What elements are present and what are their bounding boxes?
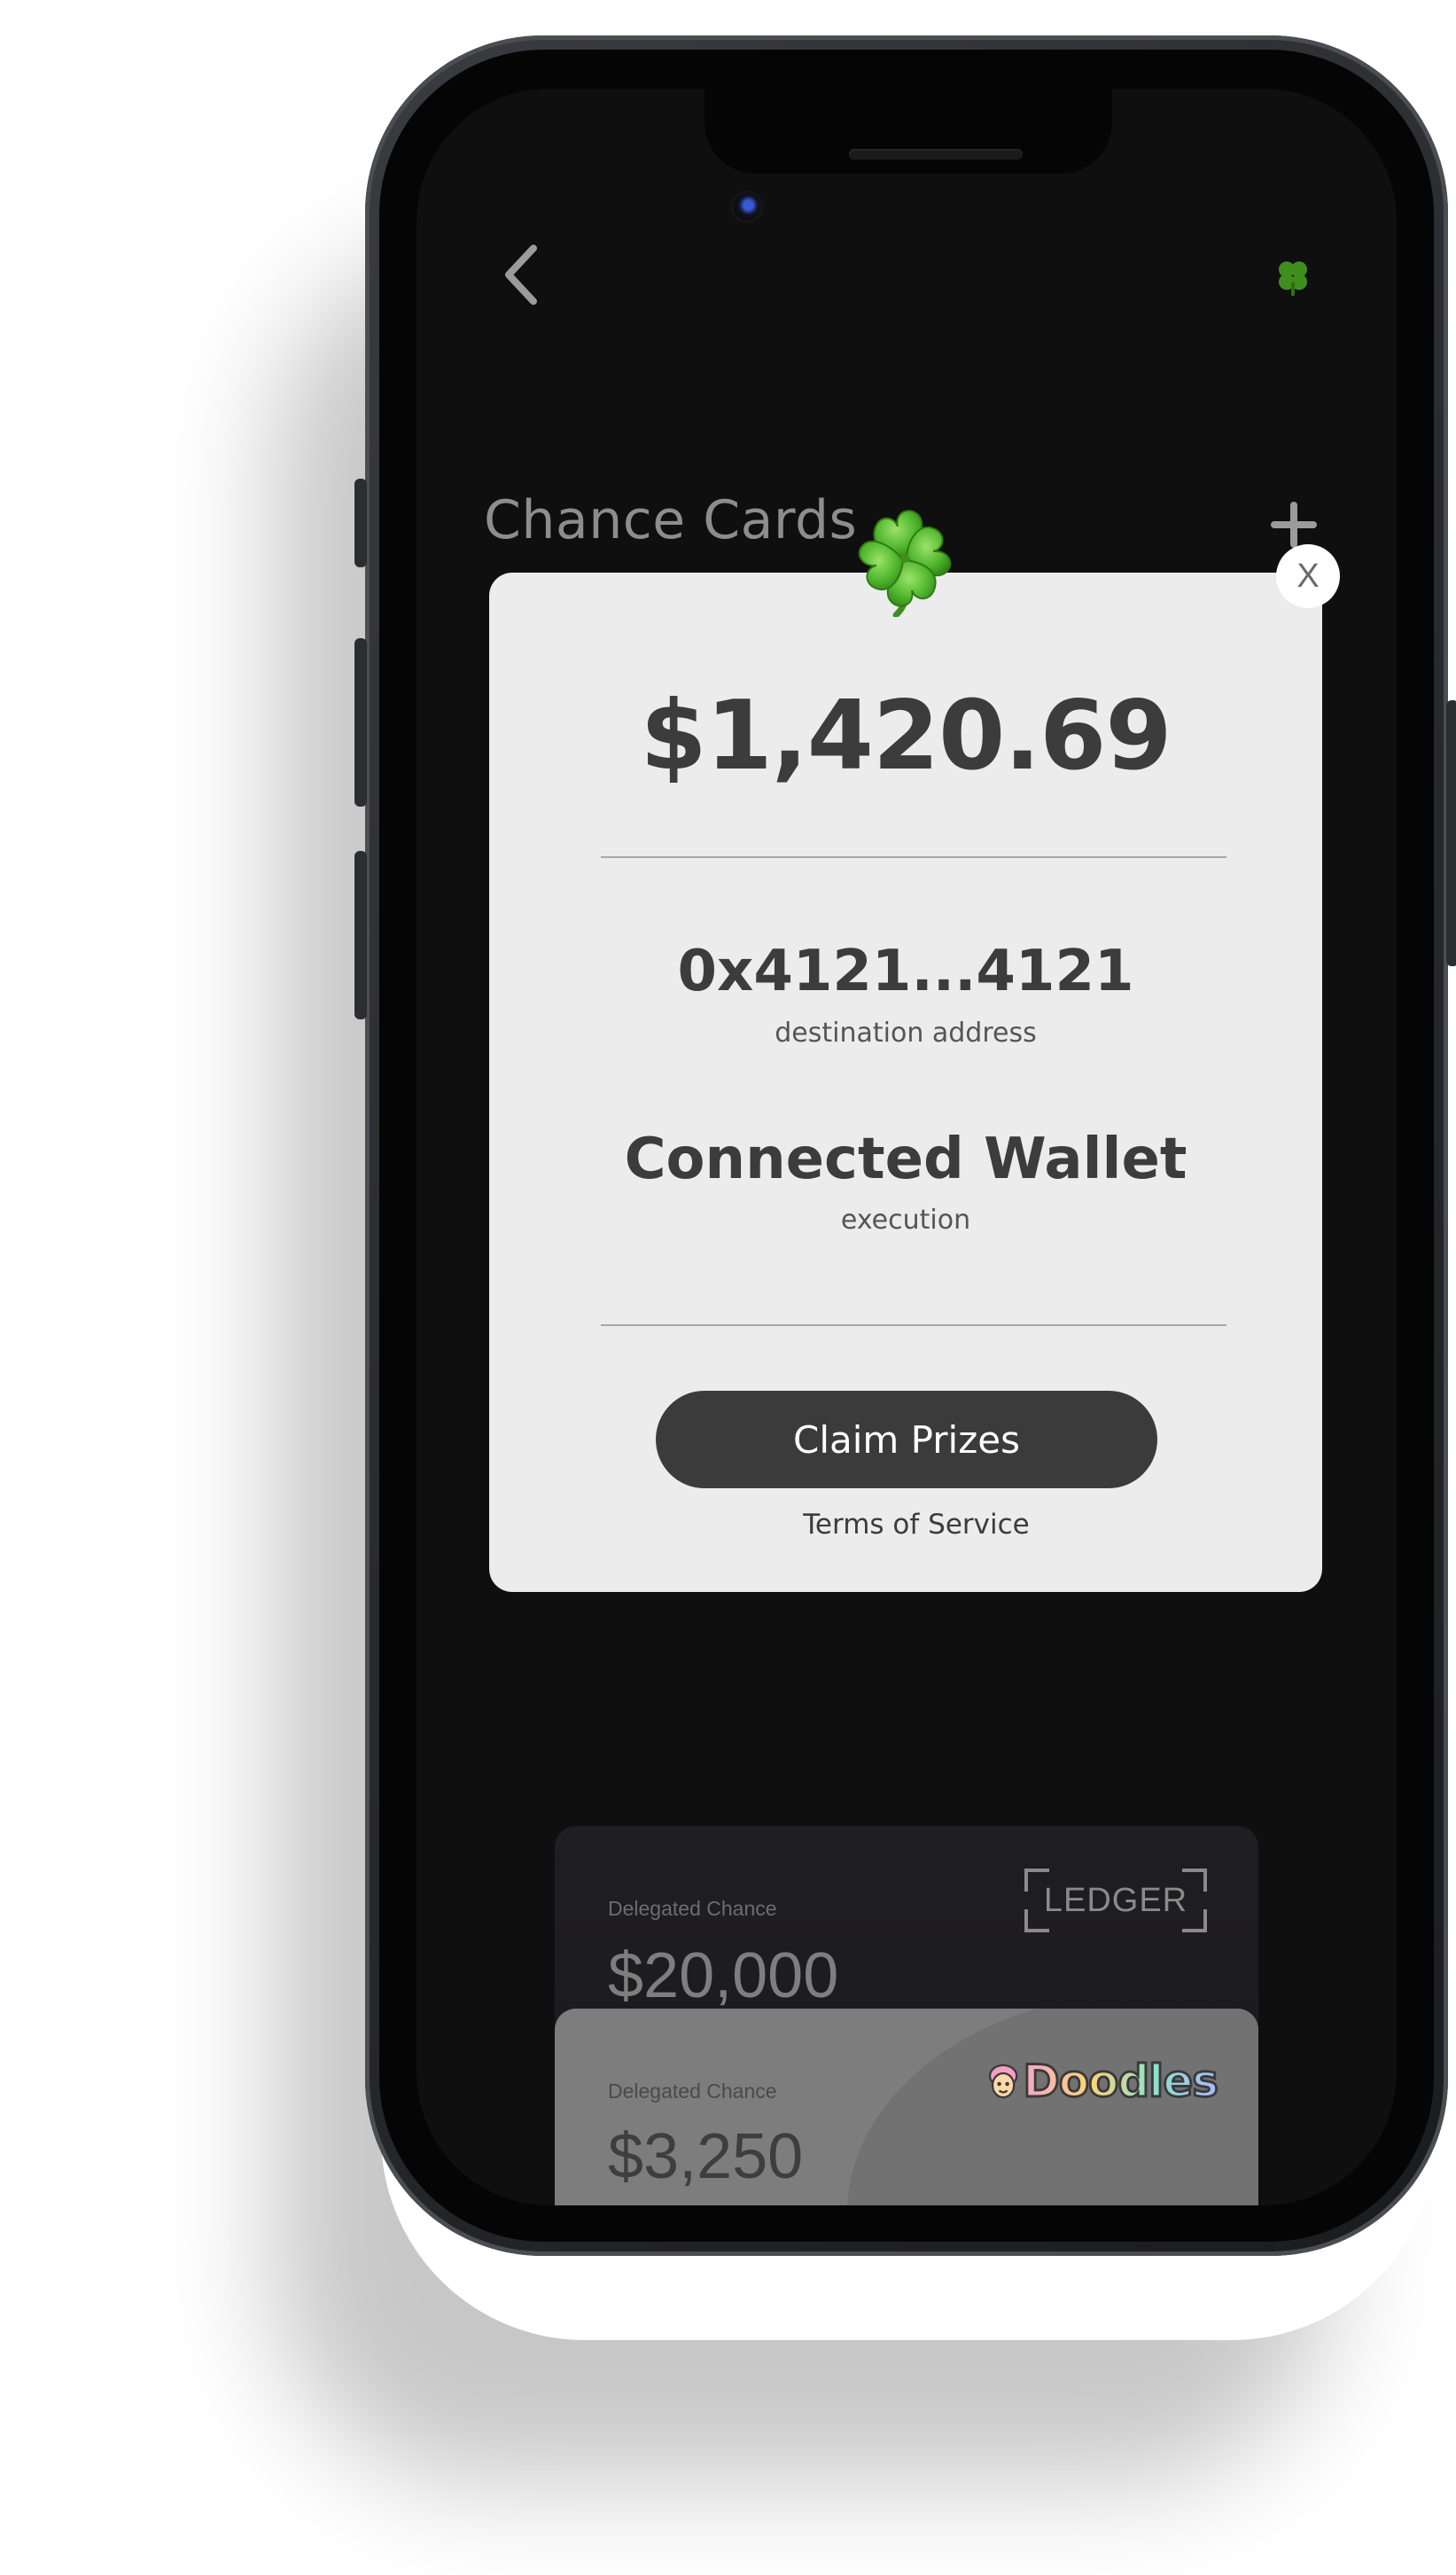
doodles-face-icon [988, 2064, 1018, 2099]
phone-notch [705, 89, 1112, 174]
destination-address: 0x4121...4121 [677, 939, 1134, 1004]
page-title: Chance Cards [484, 489, 858, 551]
four-leaf-clover-icon [852, 505, 960, 619]
four-leaf-clover-icon [1273, 257, 1313, 304]
card-kicker: Delegated Chance [608, 2080, 777, 2103]
chevron-left-icon [505, 245, 537, 305]
ledger-logo: LEDGER [1024, 1869, 1207, 1932]
app-screen: Chance Cards Delegated Chance $20,000 LE… [417, 89, 1397, 2205]
card-kicker: Delegated Chance [608, 1897, 777, 1920]
phone-power-button [1446, 700, 1456, 966]
doodles-wordmark: Doodles [1022, 2055, 1220, 2109]
destination-address-label: destination address [775, 1018, 1037, 1049]
divider [601, 1324, 1226, 1326]
card-amount: $20,000 [608, 1940, 839, 2011]
doodles-logo: Doodles [987, 2049, 1220, 2113]
front-camera [734, 193, 760, 220]
claim-prizes-button[interactable]: Claim Prizes [656, 1391, 1157, 1488]
wallet-label: execution [840, 1205, 971, 1236]
plus-icon [1271, 502, 1317, 548]
chance-card-doodles[interactable]: Delegated Chance $3,250 Doodles [555, 2009, 1258, 2205]
back-button[interactable] [494, 239, 548, 310]
claim-modal: $1,420.69 0x4121...4121 destination addr… [489, 573, 1322, 1592]
card-amount: $3,250 [608, 2121, 804, 2192]
phone-speaker [849, 149, 1023, 160]
close-button[interactable]: X [1276, 544, 1340, 608]
wallet-name: Connected Wallet [624, 1127, 1187, 1192]
terms-of-service-link[interactable]: Terms of Service [489, 1509, 1322, 1541]
phone-volume-down-button [354, 851, 367, 1019]
phone-side-button [354, 479, 367, 567]
divider [601, 856, 1226, 858]
add-card-button[interactable] [1267, 498, 1320, 551]
phone-volume-up-button [354, 638, 367, 807]
ledger-wordmark: LEDGER [1043, 1881, 1188, 1919]
prize-amount: $1,420.69 [640, 681, 1172, 792]
